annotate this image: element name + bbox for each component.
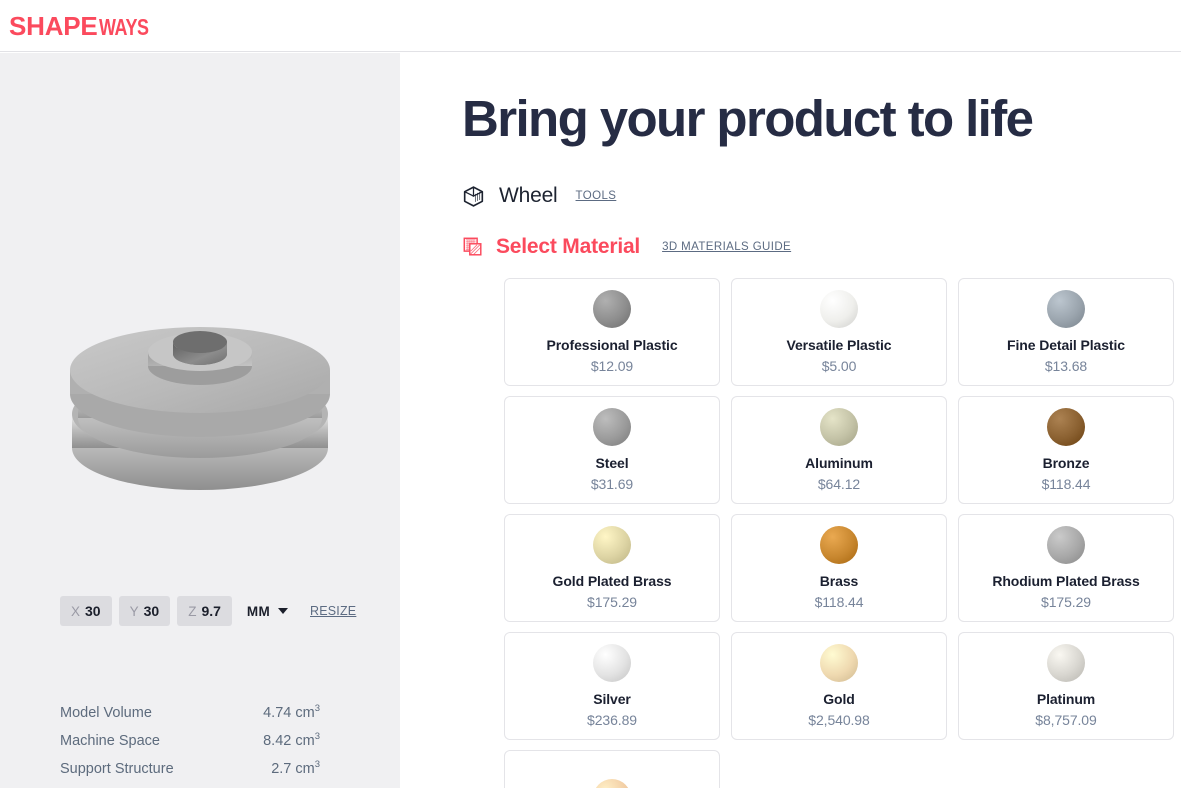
page-title: Bring your product to life [462, 90, 1034, 147]
dimension-y[interactable]: Y 30 [118, 596, 171, 626]
resize-link[interactable]: RESIZE [310, 604, 356, 618]
material-name: Rhodium Plated Brass [992, 573, 1140, 590]
material-swatch [820, 408, 858, 447]
material-name: Steel [595, 455, 629, 472]
material-card[interactable]: Brass $118.44 [731, 514, 947, 622]
material-card[interactable]: Platinum $8,757.09 [958, 632, 1174, 740]
stat-value: 4.74 cm3 [263, 703, 320, 721]
material-price: $8,757.09 [1035, 711, 1097, 728]
stat-row: Machine Space 8.42 cm3 [60, 731, 320, 759]
material-name: Gold Plated Brass [552, 573, 672, 590]
material-price: $118.44 [814, 593, 864, 610]
material-price: $236.89 [587, 711, 637, 728]
material-swatch [593, 778, 631, 788]
stat-row: Support Structure 2.7 cm3 [60, 759, 320, 787]
select-material-row: Select Material 3D MATERIALS GUIDE [462, 235, 791, 259]
material-card[interactable]: Aluminum $64.12 [731, 396, 947, 504]
material-name: Aluminum [805, 455, 873, 472]
material-price: $5.00 [821, 357, 857, 374]
tools-link[interactable]: TOOLS [576, 190, 617, 202]
dimension-z-axis-label: Z [188, 603, 197, 619]
model-stats: Model Volume 4.74 cm3 Machine Space 8.42… [60, 703, 320, 788]
material-name: Gold [823, 691, 855, 708]
material-name: Platinum [1036, 691, 1096, 708]
material-swatch [593, 644, 631, 683]
material-price: $118.44 [1041, 475, 1091, 492]
model-viewer[interactable] [0, 298, 400, 568]
material-swatch [1047, 408, 1085, 447]
material-grid: Professional Plastic $12.09 Versatile Pl… [504, 278, 1181, 788]
select-material-heading: Select Material [496, 235, 641, 258]
dimension-x-value: 30 [85, 603, 101, 619]
material-name: Versatile Plastic [786, 337, 892, 354]
material-swatch [820, 644, 858, 683]
material-swatch [820, 526, 858, 565]
material-price: $12.09 [590, 357, 634, 374]
stat-label: Support Structure [60, 760, 174, 777]
dimension-z[interactable]: Z 9.7 [177, 596, 232, 626]
material-swatch [593, 290, 631, 329]
material-price: $13.68 [1044, 357, 1088, 374]
stat-value: 8.42 cm3 [263, 731, 320, 749]
dimension-x-axis-label: X [71, 603, 81, 619]
material-price: $175.29 [1041, 593, 1091, 610]
material-swatch [1047, 526, 1085, 565]
model-name-row: Wheel TOOLS [462, 184, 616, 208]
material-card[interactable]: Bronze $118.44 [958, 396, 1174, 504]
dimension-y-value: 30 [143, 603, 160, 619]
cube-icon [463, 185, 484, 207]
shapeways-product-page: SHAPEWAYS X 30 Y 30 Z 9.7 MM RESIZE Mode… [0, 0, 1181, 788]
material-card[interactable]: Rhodium Plated Brass $175.29 [958, 514, 1174, 622]
material-card[interactable]: Silver $236.89 [504, 632, 720, 740]
material-card-partial[interactable] [504, 750, 720, 788]
stat-label: Model Volume [60, 704, 152, 721]
material-card[interactable]: Professional Plastic $12.09 [504, 278, 720, 386]
stat-value: 2.7 cm3 [271, 759, 320, 777]
material-name: Brass [819, 573, 859, 590]
material-price: $31.69 [590, 475, 634, 492]
dimensions-row: X 30 Y 30 Z 9.7 MM RESIZE [60, 596, 356, 626]
logo-ways-text: WAYS [98, 14, 149, 40]
chevron-down-icon [278, 608, 288, 614]
logo-shape-text: SHAPE [9, 11, 98, 41]
material-name: Fine Detail Plastic [1007, 337, 1125, 354]
unit-dropdown[interactable]: MM [247, 604, 288, 619]
material-name: Bronze [1042, 455, 1090, 472]
dimension-z-value: 9.7 [201, 603, 221, 619]
shapeways-logo[interactable]: SHAPEWAYS [9, 11, 162, 42]
unit-dropdown-value: MM [246, 603, 270, 619]
stat-label: Machine Space [60, 732, 160, 749]
material-swatch [1047, 290, 1085, 329]
material-name: Silver [593, 691, 631, 708]
material-card[interactable]: Gold $2,540.98 [731, 632, 947, 740]
site-header: SHAPEWAYS [0, 0, 1181, 52]
material-name: Professional Plastic [546, 337, 678, 354]
dimension-x[interactable]: X 30 [60, 596, 112, 626]
model-sidebar: X 30 Y 30 Z 9.7 MM RESIZE Model Volume 4… [0, 53, 400, 788]
material-price: $2,540.98 [808, 711, 870, 728]
material-swatch [593, 526, 631, 565]
material-card[interactable]: Gold Plated Brass $175.29 [504, 514, 720, 622]
main-content: Bring your product to life Wheel TOOLS S… [400, 53, 1181, 788]
material-card[interactable]: Steel $31.69 [504, 396, 720, 504]
materials-guide-link[interactable]: 3D MATERIALS GUIDE [662, 241, 791, 253]
model-name: Wheel [499, 184, 558, 207]
material-price: $64.12 [817, 475, 861, 492]
material-card[interactable]: Versatile Plastic $5.00 [731, 278, 947, 386]
stat-row: Model Volume 4.74 cm3 [60, 703, 320, 731]
material-price: $175.29 [587, 593, 637, 610]
material-swatch [593, 408, 631, 447]
material-card[interactable]: Fine Detail Plastic $13.68 [958, 278, 1174, 386]
material-swatch [1047, 644, 1085, 683]
material-swatch [820, 290, 858, 329]
material-swatch-icon [463, 237, 482, 256]
dimension-y-axis-label: Y [129, 603, 139, 619]
pulley-wheel-icon [70, 327, 330, 490]
